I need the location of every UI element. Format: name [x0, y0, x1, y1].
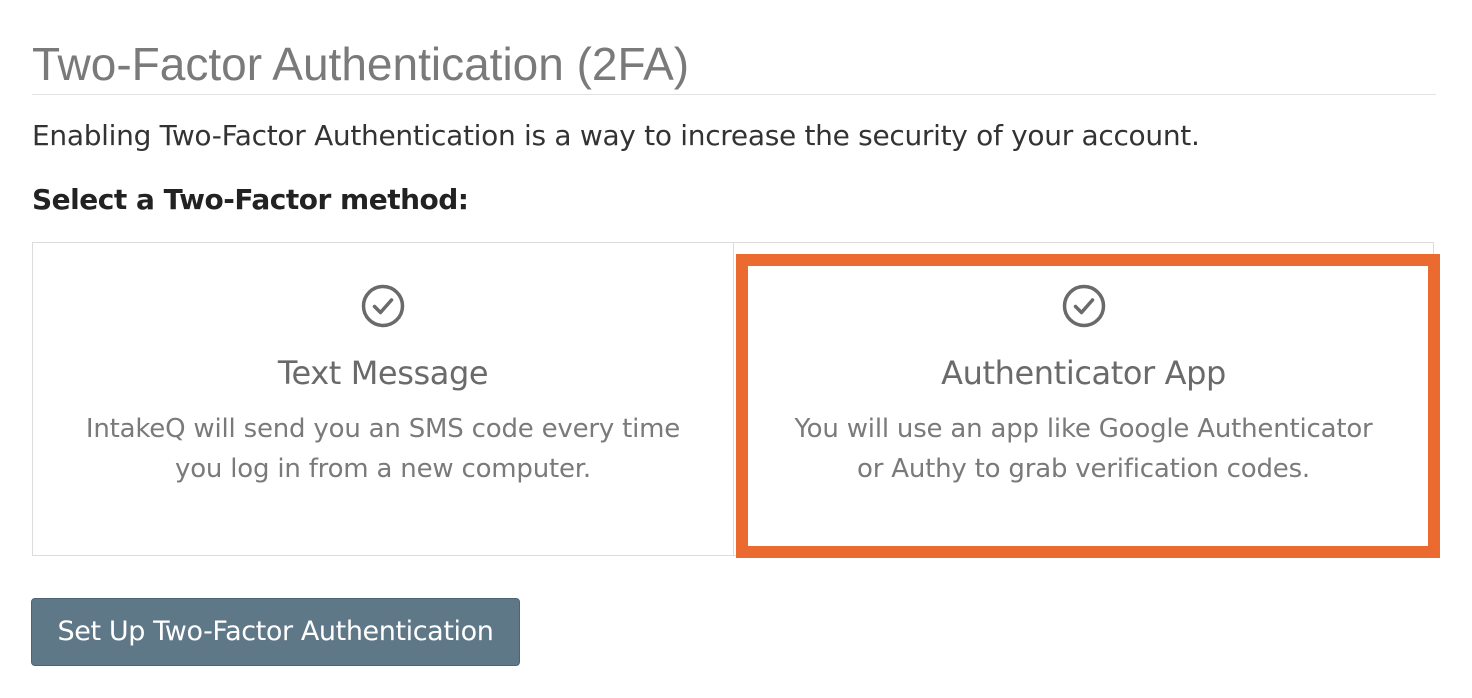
- method-title: Authenticator App: [941, 354, 1226, 392]
- method-description: IntakeQ will send you an SMS code every …: [85, 414, 681, 484]
- method-option-authenticator-app[interactable]: Authenticator App You will use an app li…: [733, 243, 1433, 555]
- method-title: Text Message: [277, 354, 489, 392]
- check-circle-icon: [1062, 284, 1105, 328]
- method-description: You will use an app like Google Authenti…: [794, 414, 1373, 484]
- method-select-label: Select a Two-Factor method:: [32, 183, 469, 216]
- method-option-text-message[interactable]: Text Message IntakeQ will send you an SM…: [33, 243, 733, 555]
- title-divider: [32, 94, 1436, 95]
- method-options: Text Message IntakeQ will send you an SM…: [32, 242, 1434, 556]
- setup-2fa-button[interactable]: Set Up Two-Factor Authentication: [31, 598, 520, 666]
- check-circle-icon: [361, 284, 405, 328]
- intro-text: Enabling Two-Factor Authentication is a …: [32, 119, 1200, 152]
- page-title: Two-Factor Authentication (2FA): [32, 38, 690, 90]
